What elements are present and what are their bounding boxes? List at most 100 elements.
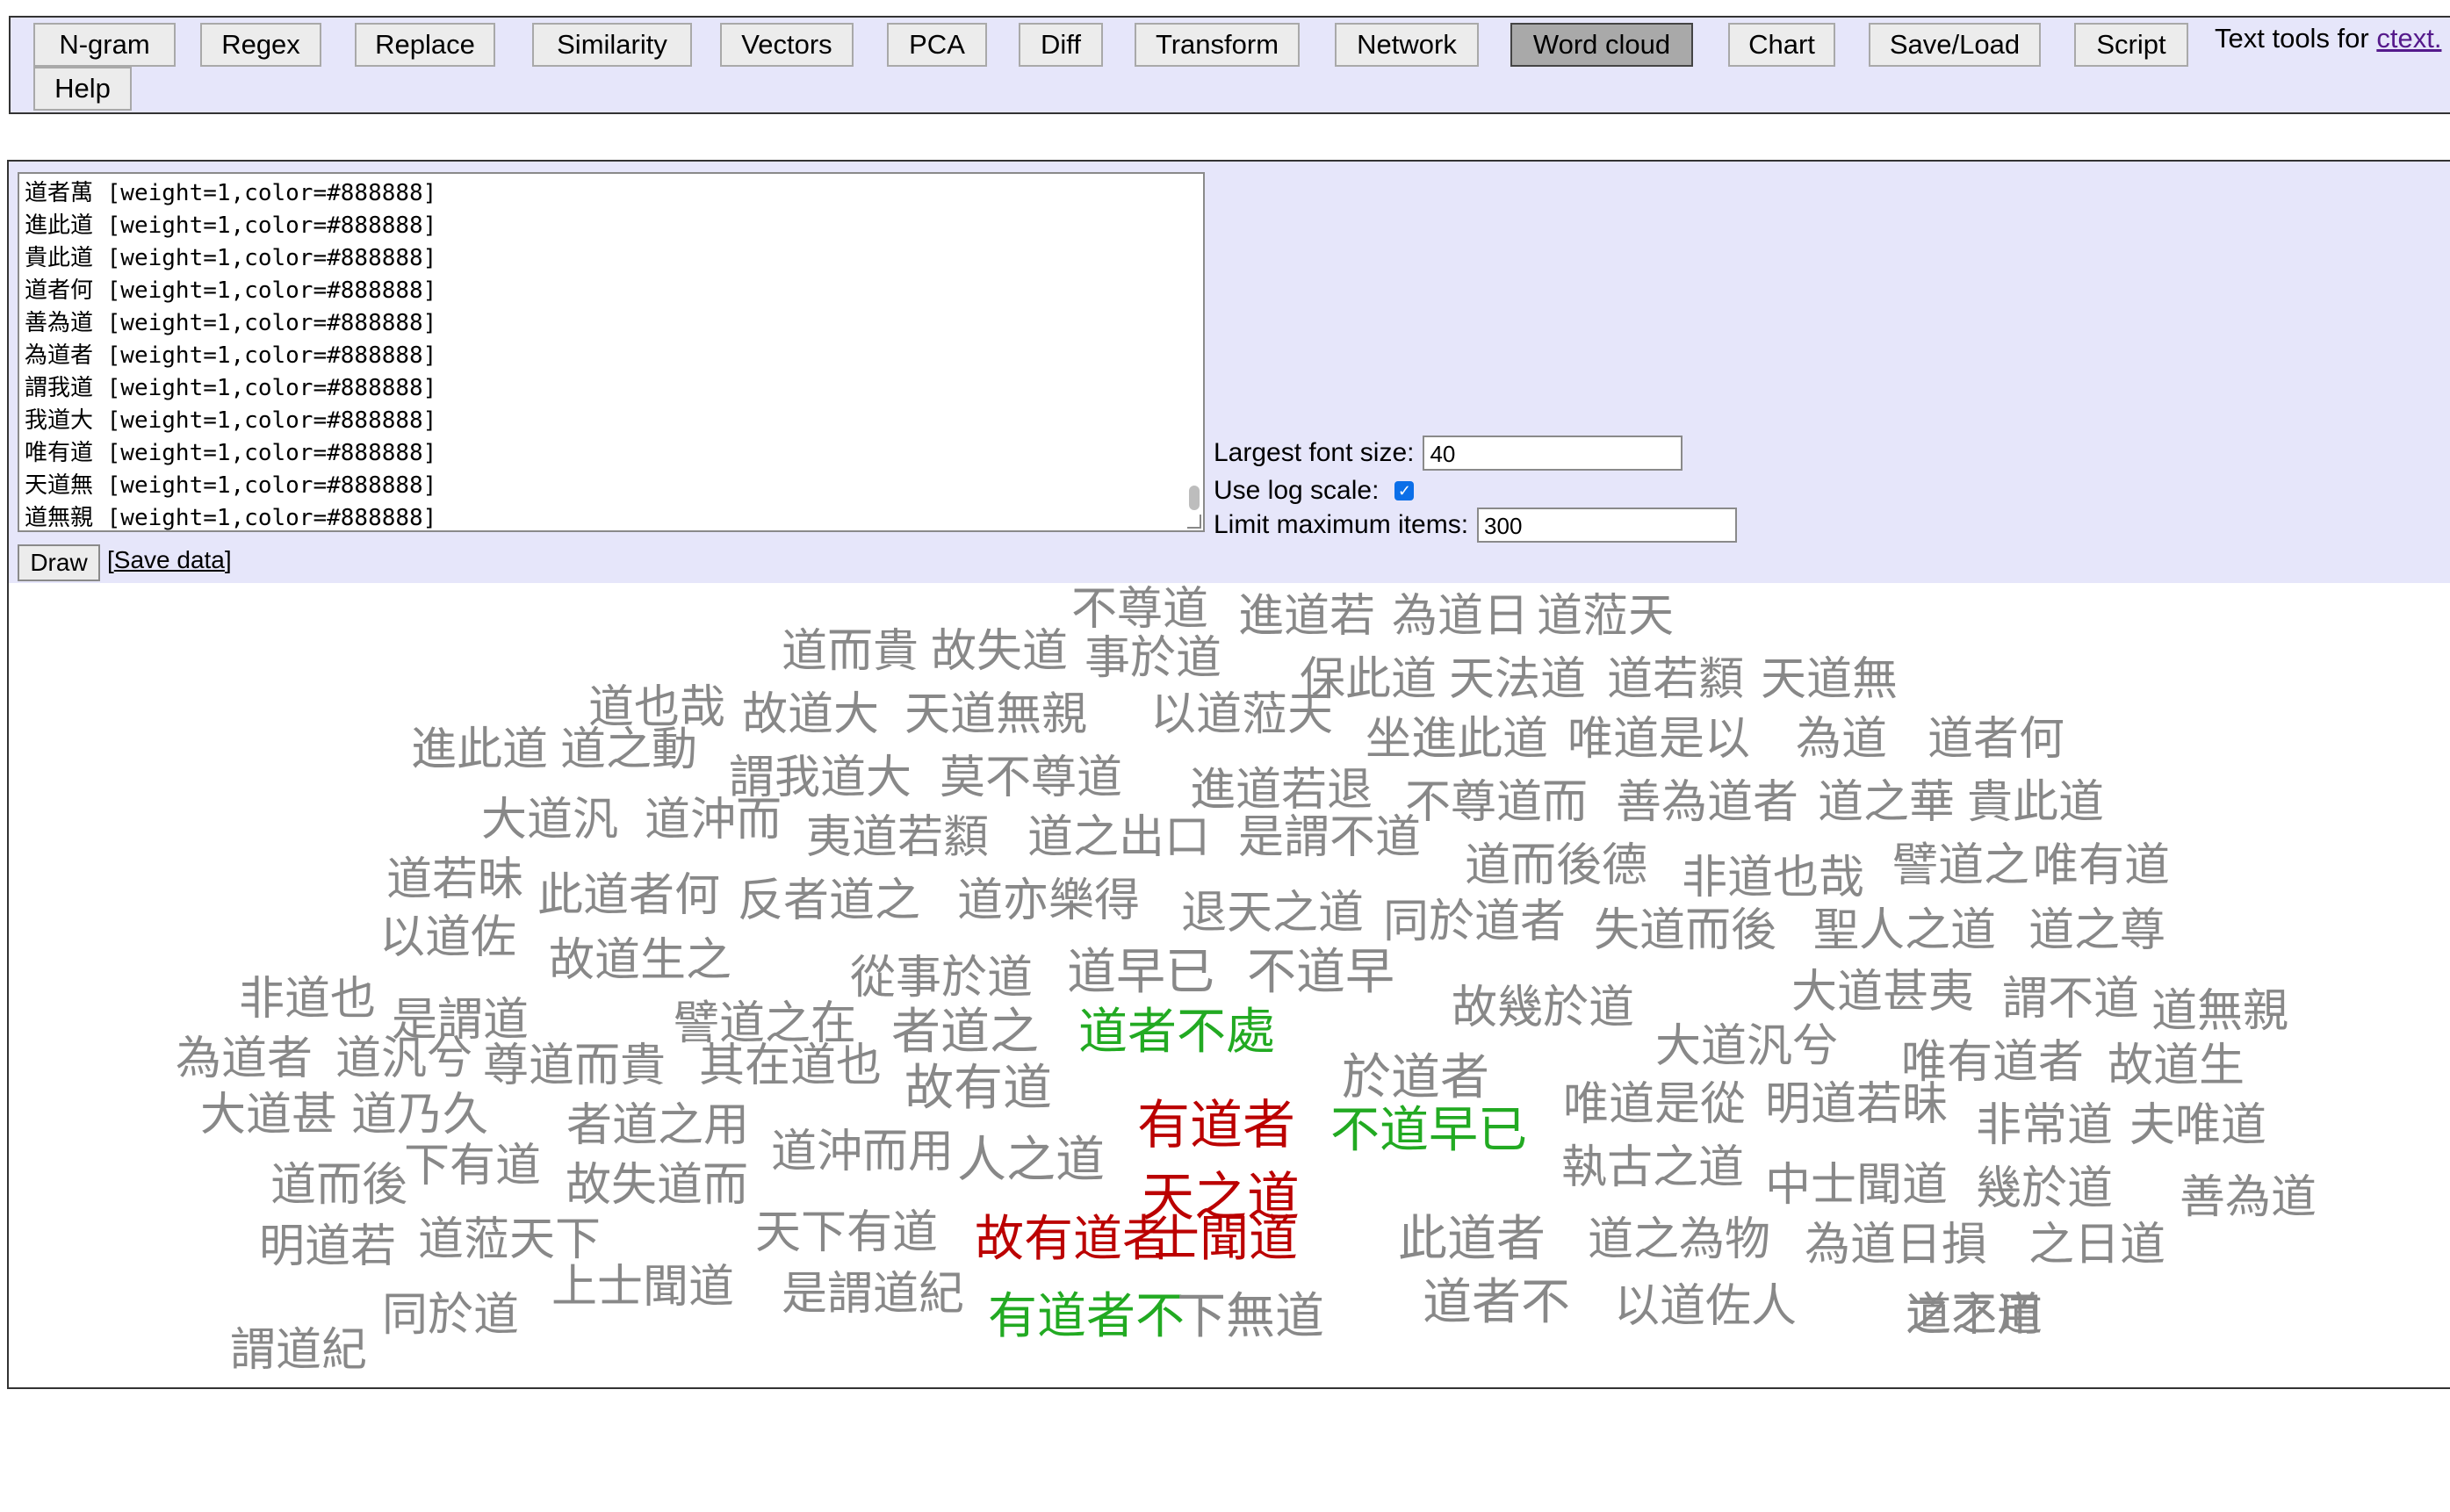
- cloud-word: 貴此道: [1967, 776, 2105, 829]
- editor-line: 天道無 [weight=1,color=#888888]: [25, 472, 437, 499]
- tab-similarity[interactable]: Similarity: [532, 23, 692, 67]
- cloud-word: 是謂道紀: [782, 1268, 965, 1321]
- cloud-word: 中士聞道: [1765, 1159, 1949, 1212]
- editor-line: 道者何 [weight=1,color=#888888]: [25, 277, 437, 304]
- cloud-word: 不尊道: [1071, 583, 1209, 636]
- cloud-word: 同於道者: [1383, 896, 1567, 948]
- editor-line: 謂我道 [weight=1,color=#888888]: [25, 375, 437, 401]
- save-data-label[interactable]: Save data: [114, 546, 225, 573]
- limit-items-label: Limit maximum items:: [1214, 510, 1469, 539]
- cloud-word: 道者不處: [1078, 1004, 1275, 1061]
- cloud-word: 道之出口: [1027, 811, 1211, 864]
- bracket-open: [: [107, 546, 114, 573]
- editor-line: 道者萬 [weight=1,color=#888888]: [25, 180, 437, 206]
- cloud-word: 者道之: [891, 1004, 1039, 1061]
- cloud-word: 進道若: [1238, 590, 1376, 643]
- tab-ngram[interactable]: N-gram: [33, 23, 176, 67]
- controls-area: 道者萬 [weight=1,color=#888888] 進此道 [weight=…: [9, 162, 2450, 583]
- editor-scrollbar-thumb[interactable]: [1189, 486, 1200, 510]
- cloud-word: 夫唯道: [2129, 1099, 2267, 1152]
- tab-regex[interactable]: Regex: [200, 23, 321, 67]
- cloud-word: 謂不道: [2002, 973, 2140, 1026]
- cloud-word: 夷道若纇: [806, 811, 990, 864]
- tab-chart[interactable]: Chart: [1728, 23, 1835, 67]
- cloud-word: 故道大: [742, 688, 880, 741]
- cloud-word: 道蒞天: [1537, 590, 1675, 643]
- cloud-word: 明道若昧: [1765, 1078, 1949, 1131]
- editor-line: 唯有道 [weight=1,color=#888888]: [25, 440, 437, 466]
- cloud-word: 下有道: [404, 1140, 542, 1192]
- cloud-word: 譬道之: [1892, 839, 2030, 892]
- cloud-word: 為道日: [1392, 590, 1530, 643]
- editor-line: 善為道 [weight=1,color=#888888]: [25, 310, 437, 336]
- cloud-word: 幾於道: [1976, 1163, 2114, 1215]
- cloud-word: 為道日損: [1805, 1219, 1988, 1271]
- cloud-word: 尊道而貴: [483, 1040, 667, 1092]
- cloud-word: 道而後: [270, 1159, 408, 1212]
- cloud-word: 道而後德: [1465, 839, 1648, 892]
- cloud-word: 從事於道: [850, 952, 1034, 1004]
- cloud-word: 不尊道而: [1405, 776, 1589, 829]
- cloud-word: 故道生之: [549, 934, 732, 987]
- cloud-word: 天下有道: [755, 1206, 939, 1259]
- cloud-word: 執古之道: [1561, 1141, 1745, 1194]
- cloud-word: 事於道: [1084, 632, 1222, 685]
- tab-script[interactable]: Script: [2074, 23, 2188, 67]
- cloud-word: 非常道: [1976, 1099, 2114, 1152]
- word-cloud-panel: 道者萬 [weight=1,color=#888888] 進此道 [weight=…: [7, 160, 2450, 1389]
- save-data-link[interactable]: [Save data]: [107, 546, 232, 574]
- log-scale-checkbox[interactable]: ✓: [1394, 481, 1415, 500]
- cloud-word: 有道者不: [988, 1288, 1185, 1345]
- cloud-word: 天道無親: [904, 688, 1088, 741]
- cloud-word: 道早已: [1067, 944, 1214, 1001]
- limit-items-input[interactable]: 300: [1477, 508, 1738, 543]
- cloud-word: 故失道: [931, 625, 1069, 678]
- cloud-word: 以道佐: [379, 911, 517, 964]
- cloud-word: 故失道而: [566, 1159, 749, 1212]
- tab-help[interactable]: Help: [33, 67, 132, 111]
- largest-font-input[interactable]: 40: [1423, 436, 1683, 471]
- tab-vectors[interactable]: Vectors: [720, 23, 854, 67]
- cloud-word: 大道甚夷: [1791, 966, 1975, 1019]
- cloud-word: 失道而後: [1594, 904, 1777, 957]
- cloud-word: 為道: [1796, 713, 1888, 766]
- cloud-word: 士聞道: [1150, 1211, 1298, 1268]
- cloud-word: 於道者: [1342, 1049, 1489, 1106]
- editor-line: 道無親 [weight=1,color=#888888]: [25, 505, 437, 531]
- cloud-word: 大道甚: [200, 1089, 338, 1141]
- draw-button[interactable]: Draw: [18, 544, 100, 581]
- tab-replace[interactable]: Replace: [355, 23, 495, 67]
- limit-items-row: Limit maximum items: 300: [1214, 508, 1738, 543]
- cloud-word: 道無親: [2151, 985, 2289, 1038]
- tab-network[interactable]: Network: [1335, 23, 1479, 67]
- cloud-word: 聖人之道: [1813, 904, 1997, 957]
- cloud-word: 非道也哉: [1682, 852, 1865, 904]
- cloud-word: 道之用: [1906, 1289, 2043, 1342]
- log-scale-label: Use log scale:: [1214, 476, 1380, 505]
- cloud-word: 天道無: [1761, 653, 1899, 706]
- editor-line: 進此道 [weight=1,color=#888888]: [25, 212, 437, 239]
- cloud-word: 道乃久: [351, 1089, 489, 1141]
- tools-note: Text tools for ctext.: [2215, 23, 2441, 54]
- tab-diff[interactable]: Diff: [1019, 23, 1103, 67]
- tab-transform[interactable]: Transform: [1135, 23, 1300, 67]
- cloud-word: 唯道是以: [1567, 713, 1751, 766]
- log-scale-row: Use log scale: ✓: [1214, 476, 1415, 506]
- word-list-textarea[interactable]: 道者萬 [weight=1,color=#888888] 進此道 [weight=…: [18, 172, 1205, 532]
- cloud-word: 道而貴: [782, 625, 919, 678]
- cloud-word: 道若昧: [386, 853, 524, 906]
- cloud-word: 進道若退: [1190, 764, 1373, 817]
- tab-save-load[interactable]: Save/Load: [1869, 23, 2041, 67]
- editor-line: 我道大 [weight=1,color=#888888]: [25, 407, 437, 434]
- cloud-word: 唯有道: [2033, 839, 2171, 892]
- toolbar: N-gram Regex Replace Similarity Vectors …: [9, 16, 2450, 114]
- cloud-word: 道者不: [1423, 1274, 1570, 1331]
- cloud-word: 善為道者: [1616, 776, 1799, 829]
- tab-pca[interactable]: PCA: [887, 23, 987, 67]
- tab-word-cloud[interactable]: Word cloud: [1510, 23, 1693, 67]
- resize-grip-icon[interactable]: [1187, 515, 1201, 529]
- ctext-link[interactable]: ctext.: [2376, 23, 2441, 54]
- cloud-word: 下無道: [1177, 1288, 1324, 1345]
- cloud-word: 為道者: [176, 1033, 313, 1085]
- cloud-word: 道之動: [560, 724, 698, 776]
